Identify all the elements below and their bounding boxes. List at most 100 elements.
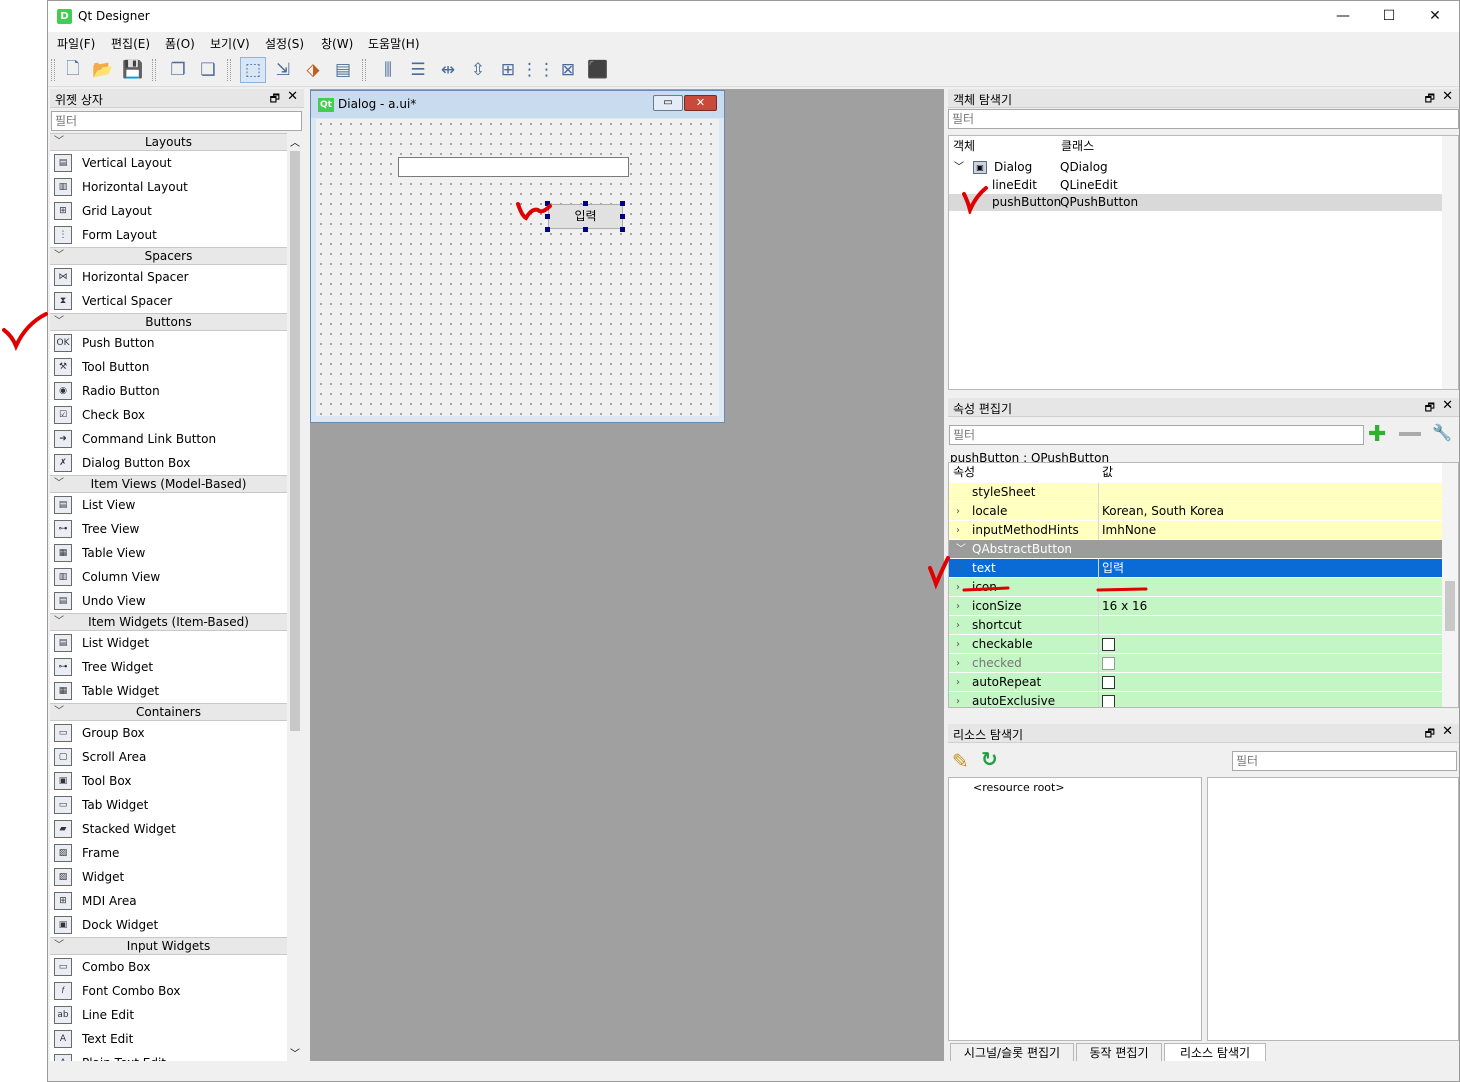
lay-out-horizontally-icon[interactable]: ⫼ xyxy=(375,57,401,83)
widget-item[interactable]: ◉ Radio Button xyxy=(50,379,287,403)
tree-row-dialog[interactable]: ﹀ ▣ Dialog QDialog xyxy=(949,159,1442,176)
property-value[interactable]: 입력 xyxy=(1102,559,1124,578)
edit-resources-pencil-icon[interactable]: ✎ xyxy=(952,749,969,773)
resource-filter-input[interactable]: 필터 xyxy=(1232,751,1457,771)
property-checkbox[interactable] xyxy=(1102,638,1115,651)
widget-item[interactable]: ab Line Edit xyxy=(50,1003,287,1027)
category-header[interactable]: ﹀ Buttons xyxy=(50,313,287,331)
widget-item[interactable]: ▥ Horizontal Layout xyxy=(50,175,287,199)
widget-item[interactable]: ⊞ MDI Area xyxy=(50,889,287,913)
tab-resource-browser[interactable]: 리소스 탐색기 xyxy=(1164,1043,1266,1062)
selection-handle[interactable] xyxy=(583,201,588,206)
widget-item[interactable]: ▰ Stacked Widget xyxy=(50,817,287,841)
widget-item[interactable]: ▤ Vertical Layout xyxy=(50,151,287,175)
widget-item[interactable]: ▤ List Widget xyxy=(50,631,287,655)
scroll-down-icon[interactable]: ﹀ xyxy=(290,1045,300,1060)
minimize-button[interactable]: — xyxy=(1320,1,1366,32)
lay-out-grid-icon[interactable]: ⊞ xyxy=(495,57,521,83)
property-value[interactable]: 16 x 16 xyxy=(1102,597,1147,616)
property-row[interactable]: › icon xyxy=(949,578,1442,597)
menu-settings[interactable]: 설정(S) xyxy=(265,35,304,52)
open-folder-icon[interactable]: 📂 xyxy=(90,57,116,83)
category-header[interactable]: ﹀ Item Widgets (Item-Based) xyxy=(50,613,287,631)
property-row[interactable]: styleSheet xyxy=(949,483,1442,502)
widget-item[interactable]: ✗ Dialog Button Box xyxy=(50,451,287,475)
menu-edit[interactable]: 편집(E) xyxy=(111,35,150,52)
lay-out-vertical-splitter-icon[interactable]: ⇳ xyxy=(465,57,491,83)
send-to-back-icon[interactable]: ❐ xyxy=(165,57,191,83)
form-window[interactable]: Qt Dialog - a.ui* ▭ ✕ 입력 xyxy=(310,90,725,423)
menu-help[interactable]: 도움말(H) xyxy=(368,35,420,52)
selection-handle[interactable] xyxy=(620,227,625,232)
property-row[interactable]: › checkable xyxy=(949,635,1442,654)
float-dock-icon[interactable]: 🗗 xyxy=(270,90,280,109)
property-checkbox[interactable] xyxy=(1102,657,1115,670)
form-canvas[interactable]: 입력 xyxy=(316,119,719,416)
chevron-right-icon[interactable]: › xyxy=(956,521,960,540)
widget-item[interactable]: OK Push Button xyxy=(50,331,287,355)
chevron-down-icon[interactable]: ﹀ xyxy=(954,159,964,176)
column-header-object[interactable]: 객체 xyxy=(949,136,975,156)
scroll-up-icon[interactable]: ︿ xyxy=(290,134,300,149)
widget-item[interactable]: A Text Edit xyxy=(50,1027,287,1051)
edit-widgets-icon[interactable]: ⬚ xyxy=(240,57,266,83)
property-row[interactable]: ﹀ QAbstractButton xyxy=(949,540,1442,559)
widget-box-filter-input[interactable]: 필터 xyxy=(51,111,302,131)
selection-handle[interactable] xyxy=(545,214,550,219)
tree-row-lineedit[interactable]: lineEdit QLineEdit xyxy=(949,177,1442,194)
widget-item[interactable]: ⧗ Vertical Spacer xyxy=(50,289,287,313)
close-dock-icon[interactable]: ✕ xyxy=(287,89,298,104)
lay-out-vertically-icon[interactable]: ☰ xyxy=(405,57,431,83)
resource-root[interactable]: <resource root> xyxy=(973,781,1065,794)
close-dock-icon[interactable]: ✕ xyxy=(1442,724,1453,739)
property-row[interactable]: › shortcut xyxy=(949,616,1442,635)
form-minimize-button[interactable]: ▭ xyxy=(653,95,683,111)
widget-item[interactable]: ➜ Command Link Button xyxy=(50,427,287,451)
category-header[interactable]: ﹀ Spacers xyxy=(50,247,287,265)
bring-to-front-icon[interactable]: ❏ xyxy=(195,57,221,83)
close-dock-icon[interactable]: ✕ xyxy=(1442,398,1453,413)
close-dock-icon[interactable]: ✕ xyxy=(1442,89,1453,104)
column-header-class[interactable]: 클래스 xyxy=(1057,136,1094,156)
chevron-right-icon[interactable]: › xyxy=(956,559,960,578)
menu-view[interactable]: 보기(V) xyxy=(210,35,250,52)
remove-property-icon[interactable] xyxy=(1399,432,1421,436)
menu-window[interactable]: 창(W) xyxy=(321,35,353,52)
object-tree-scrollbar[interactable] xyxy=(1442,136,1458,389)
maximize-button[interactable]: ☐ xyxy=(1366,1,1412,32)
category-header[interactable]: ﹀ Containers xyxy=(50,703,287,721)
chevron-right-icon[interactable]: › xyxy=(956,635,960,654)
property-row[interactable]: › locale Korean, South Korea xyxy=(949,502,1442,521)
break-layout-icon[interactable]: ⊠ xyxy=(555,57,581,83)
tab-action-editor[interactable]: 동작 편집기 xyxy=(1076,1043,1162,1062)
widget-item[interactable]: ⋈ Horizontal Spacer xyxy=(50,265,287,289)
selection-handle[interactable] xyxy=(545,227,550,232)
scrollbar-thumb[interactable] xyxy=(290,151,300,731)
widget-item[interactable]: ⊶ Tree View xyxy=(50,517,287,541)
widget-box-scrollbar[interactable]: ︿ ﹀ xyxy=(288,133,302,1061)
tree-row-pushbutton[interactable]: pushButton QPushButton xyxy=(949,194,1442,211)
column-header-value[interactable]: 값 xyxy=(1102,463,1113,482)
widget-item[interactable]: ⚒ Tool Button xyxy=(50,355,287,379)
save-icon[interactable]: 💾 xyxy=(120,57,146,83)
selection-handle[interactable] xyxy=(545,201,550,206)
configure-wrench-icon[interactable]: 🔧 xyxy=(1432,423,1452,442)
selection-handle[interactable] xyxy=(583,227,588,232)
property-row[interactable]: › text 입력 xyxy=(949,559,1442,578)
property-row[interactable]: › inputMethodHints ImhNone xyxy=(949,521,1442,540)
chevron-right-icon[interactable]: › xyxy=(956,502,960,521)
widget-item[interactable]: 𝑓 Font Combo Box xyxy=(50,979,287,1003)
category-header[interactable]: ﹀ Input Widgets xyxy=(50,937,287,955)
property-filter-input[interactable]: 필터 xyxy=(949,425,1364,445)
widget-item[interactable]: ⊶ Tree Widget xyxy=(50,655,287,679)
chevron-right-icon[interactable]: › xyxy=(956,673,960,692)
lay-out-form-icon[interactable]: ⋮⋮ xyxy=(521,57,555,83)
property-checkbox[interactable] xyxy=(1102,676,1115,689)
widget-item[interactable]: ▤ Undo View xyxy=(50,589,287,613)
widget-item[interactable]: ▢ Scroll Area xyxy=(50,745,287,769)
selection-handle[interactable] xyxy=(620,214,625,219)
property-table-scrollbar[interactable] xyxy=(1442,463,1458,707)
widget-item[interactable]: ⊞ Grid Layout xyxy=(50,199,287,223)
widget-item[interactable]: ▭ Tab Widget xyxy=(50,793,287,817)
adjust-size-icon[interactable]: ⬛ xyxy=(585,57,611,83)
